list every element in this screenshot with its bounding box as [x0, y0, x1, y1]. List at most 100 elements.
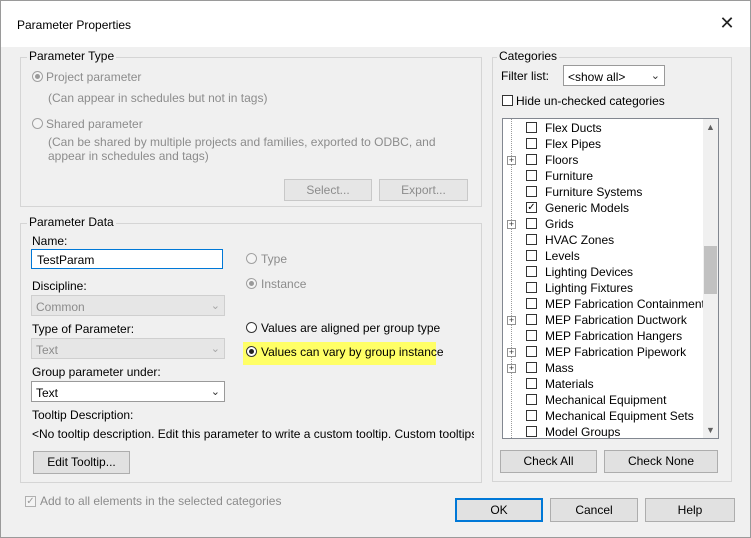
- categories-scrollbar[interactable]: ▲ ▼: [703, 119, 718, 438]
- category-row[interactable]: Furniture: [503, 168, 703, 184]
- category-label: Mass: [545, 361, 574, 375]
- type-radio[interactable]: [246, 253, 257, 264]
- chevron-down-icon: ⌄: [210, 343, 220, 355]
- expand-plus-icon[interactable]: +: [507, 316, 516, 325]
- category-row[interactable]: + Mass: [503, 360, 703, 376]
- instance-radio-label: Instance: [261, 277, 307, 291]
- category-checkbox[interactable]: [526, 282, 537, 293]
- group-parameter-select[interactable]: Text ⌄: [31, 381, 225, 402]
- hide-unchecked-label: Hide un-checked categories: [516, 94, 665, 108]
- check-all-button[interactable]: Check All: [500, 450, 597, 473]
- discipline-select[interactable]: Common ⌄: [31, 295, 225, 316]
- edit-tooltip-button[interactable]: Edit Tooltip...: [33, 451, 130, 474]
- category-row[interactable]: Model Groups: [503, 424, 703, 439]
- close-icon[interactable]: ✕: [717, 13, 737, 33]
- scroll-thumb[interactable]: [704, 246, 717, 294]
- parameter-data-legend: Parameter Data: [27, 215, 116, 229]
- category-row[interactable]: Materials: [503, 376, 703, 392]
- expand-plus-icon[interactable]: +: [507, 364, 516, 373]
- shared-parameter-label: Shared parameter: [46, 117, 143, 131]
- category-row[interactable]: ✓ Generic Models: [503, 200, 703, 216]
- category-checkbox[interactable]: [526, 394, 537, 405]
- category-label: Furniture Systems: [545, 185, 643, 199]
- category-checkbox[interactable]: [526, 234, 537, 245]
- category-row[interactable]: Mechanical Equipment: [503, 392, 703, 408]
- discipline-value: Common: [36, 300, 85, 314]
- chevron-down-icon: ⌄: [210, 386, 220, 398]
- tooltip-description-text: <No tooltip description. Edit this param…: [32, 427, 474, 441]
- values-aligned-radio[interactable]: [246, 322, 257, 333]
- category-checkbox[interactable]: [526, 362, 537, 373]
- category-label: Lighting Devices: [545, 265, 634, 279]
- category-row[interactable]: MEP Fabrication Containment: [503, 296, 705, 312]
- type-of-parameter-select[interactable]: Text ⌄: [31, 338, 225, 359]
- chevron-down-icon: ⌄: [210, 300, 220, 312]
- category-row[interactable]: Levels: [503, 248, 703, 264]
- ok-button[interactable]: OK: [455, 498, 543, 522]
- category-row[interactable]: HVAC Zones: [503, 232, 703, 248]
- shared-parameter-desc-line1: (Can be shared by multiple projects and …: [48, 135, 436, 149]
- category-checkbox[interactable]: [526, 314, 537, 325]
- export-button[interactable]: Export...: [379, 179, 468, 201]
- categories-list[interactable]: Flex Ducts Flex Pipes + Floors Furniture Furn…: [502, 118, 719, 439]
- instance-radio[interactable]: [246, 278, 257, 289]
- category-checkbox[interactable]: [526, 330, 537, 341]
- help-button[interactable]: Help: [645, 498, 735, 522]
- expand-plus-icon[interactable]: +: [507, 156, 516, 165]
- category-checkbox[interactable]: [526, 410, 537, 421]
- project-parameter-radio[interactable]: [32, 71, 43, 82]
- category-row[interactable]: + MEP Fabrication Ductwork: [503, 312, 703, 328]
- category-row[interactable]: + MEP Fabrication Pipework: [503, 344, 703, 360]
- type-of-parameter-label: Type of Parameter:: [32, 322, 135, 336]
- name-input[interactable]: TestParam: [31, 249, 223, 269]
- category-checkbox[interactable]: [526, 378, 537, 389]
- filter-list-label: Filter list:: [501, 69, 549, 83]
- category-row[interactable]: MEP Fabrication Hangers: [503, 328, 703, 344]
- values-vary-radio[interactable]: [246, 346, 257, 357]
- category-checkbox[interactable]: [526, 154, 537, 165]
- categories-legend: Categories: [497, 49, 560, 63]
- type-radio-label: Type: [261, 252, 288, 266]
- values-aligned-label: Values are aligned per group type: [261, 321, 441, 335]
- category-checkbox[interactable]: [526, 138, 537, 149]
- category-checkbox[interactable]: [526, 266, 537, 277]
- category-label: Mechanical Equipment: [545, 393, 667, 407]
- tooltip-description-label: Tooltip Description:: [32, 408, 134, 422]
- category-checkbox[interactable]: [526, 218, 537, 229]
- expand-plus-icon[interactable]: +: [507, 348, 516, 357]
- shared-parameter-radio[interactable]: [32, 118, 43, 129]
- category-checkbox[interactable]: [526, 426, 537, 437]
- select-button[interactable]: Select...: [284, 179, 372, 201]
- check-none-button[interactable]: Check None: [604, 450, 718, 473]
- filter-list-select[interactable]: <show all> ⌄: [563, 65, 665, 86]
- window-title: Parameter Properties: [17, 18, 132, 32]
- category-checkbox[interactable]: [526, 346, 537, 357]
- cancel-button[interactable]: Cancel: [550, 498, 638, 522]
- category-row[interactable]: Flex Pipes: [503, 136, 703, 152]
- category-label: Flex Pipes: [545, 137, 602, 151]
- category-label: Lighting Fixtures: [545, 281, 634, 295]
- category-checkbox[interactable]: [526, 170, 537, 181]
- category-row[interactable]: Furniture Systems: [503, 184, 703, 200]
- category-row[interactable]: + Grids: [503, 216, 703, 232]
- category-row[interactable]: + Floors: [503, 152, 703, 168]
- category-checkbox[interactable]: [526, 186, 537, 197]
- category-label: Model Groups: [545, 425, 621, 439]
- category-row[interactable]: Lighting Devices: [503, 264, 703, 280]
- category-checkbox[interactable]: [526, 298, 537, 309]
- filter-list-value: <show all>: [568, 70, 626, 84]
- category-checkbox[interactable]: [526, 122, 537, 133]
- category-row[interactable]: Flex Ducts: [503, 120, 703, 136]
- scroll-up-icon[interactable]: ▲: [703, 120, 718, 134]
- add-to-all-checkbox[interactable]: ✓: [25, 496, 36, 507]
- hide-unchecked-checkbox[interactable]: [502, 95, 513, 106]
- project-parameter-label: Project parameter: [46, 70, 142, 84]
- category-row[interactable]: Mechanical Equipment Sets: [503, 408, 703, 424]
- expand-plus-icon[interactable]: +: [507, 220, 516, 229]
- category-checkbox[interactable]: [526, 250, 537, 261]
- category-row[interactable]: Lighting Fixtures: [503, 280, 703, 296]
- category-label: Levels: [545, 249, 580, 263]
- category-checkbox[interactable]: ✓: [526, 202, 537, 213]
- scroll-down-icon[interactable]: ▼: [703, 423, 718, 437]
- category-label: Flex Ducts: [545, 121, 602, 135]
